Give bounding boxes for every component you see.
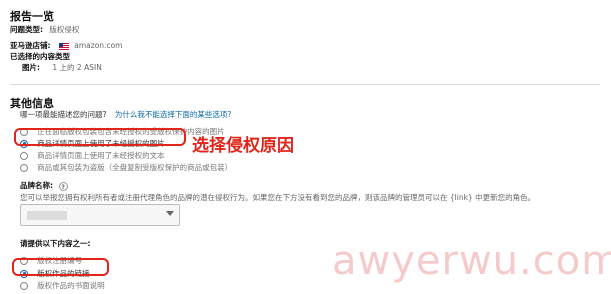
why-options-link[interactable]: 为什么我不能选择下面的某些选项? bbox=[115, 110, 231, 119]
provide-title: 请提供以下内容之一: bbox=[20, 239, 91, 248]
brand-select[interactable] bbox=[20, 204, 180, 226]
chevron-down-icon bbox=[166, 211, 174, 216]
help-icon[interactable]: ? bbox=[58, 181, 68, 191]
selected-content-label: 已选择的内容类型 bbox=[10, 52, 70, 61]
highlight-box-reason bbox=[14, 128, 186, 146]
issue-type-label: 问题类型: bbox=[10, 25, 43, 34]
images-value: 1 上的 2 ASIN bbox=[52, 63, 102, 72]
store-label: 亚马逊店铺: bbox=[10, 41, 51, 50]
watermark: awyerwu.com bbox=[332, 238, 611, 284]
brand-label: 品牌名称: bbox=[20, 181, 53, 190]
provide-option-label: 版权作品的书面说明 bbox=[37, 281, 105, 290]
reason-option-3[interactable]: 商品或其包装为盗版（全盘复制受版权保护的商品或包装） bbox=[20, 157, 232, 176]
brand-row: 品牌名称: ? bbox=[20, 180, 68, 191]
store-row: 亚马逊店铺: amazon.com bbox=[10, 40, 122, 51]
reason-option-label: 商品或其包装为盗版（全盘复制受版权保护的商品或包装） bbox=[37, 163, 233, 172]
images-row: 图片: 1 上的 2 ASIN bbox=[22, 62, 102, 73]
question-row: 哪一项最能描述您的问题? 为什么我不能选择下面的某些选项? bbox=[20, 109, 231, 120]
question-label: 哪一项最能描述您的问题? bbox=[20, 110, 107, 119]
brand-select-value bbox=[27, 211, 67, 220]
annotation-select-reason: 选择侵权原因 bbox=[192, 136, 294, 156]
highlight-box-link bbox=[12, 258, 109, 276]
issue-type-row: 问题类型: 版权侵权 bbox=[10, 24, 79, 35]
report-title: 报告一览 bbox=[10, 10, 54, 23]
us-flag-icon bbox=[58, 41, 72, 50]
provide-option-2[interactable]: 版权作品的书面说明 bbox=[20, 275, 105, 294]
images-label: 图片: bbox=[22, 63, 40, 72]
radio-icon[interactable] bbox=[20, 163, 28, 172]
store-value: amazon.com bbox=[74, 41, 123, 50]
brand-description: 您可以举报您拥有权利所有者或注册代理角色的品牌的潜在侵权行为。如果您在下方没有看… bbox=[20, 193, 536, 202]
radio-icon[interactable] bbox=[20, 281, 28, 290]
section-divider bbox=[10, 84, 600, 85]
issue-type-value: 版权侵权 bbox=[49, 25, 80, 34]
